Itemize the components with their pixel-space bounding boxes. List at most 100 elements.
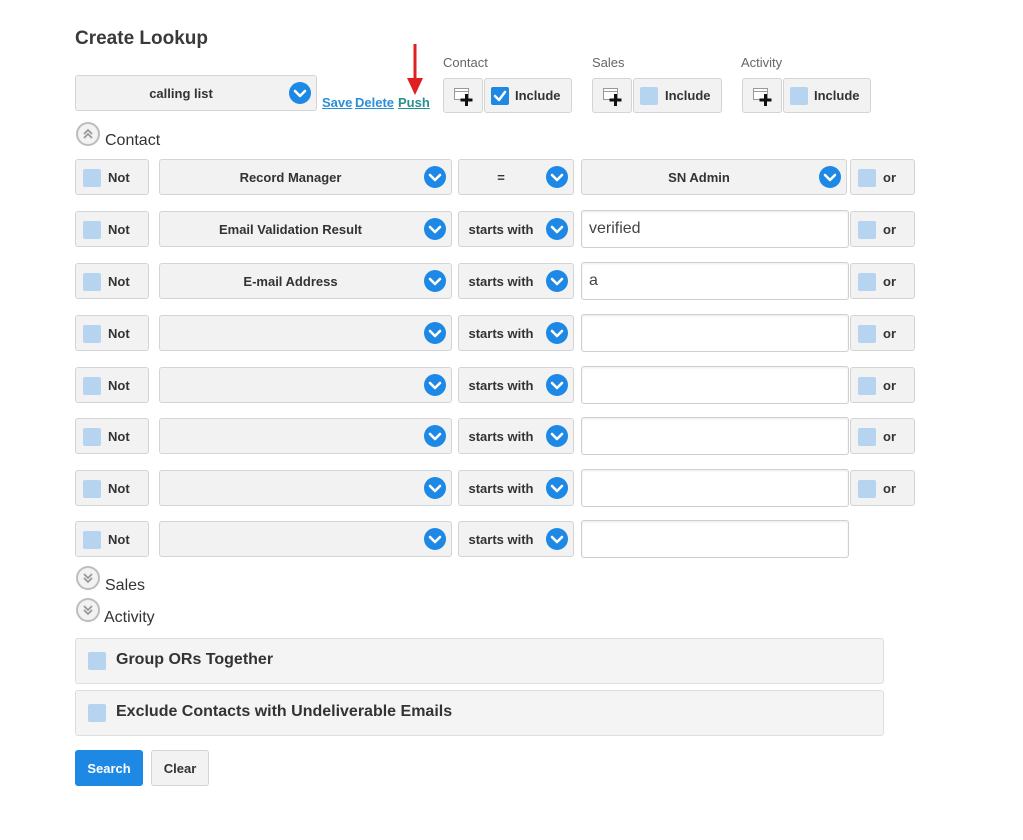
or-checkbox[interactable] bbox=[858, 480, 876, 498]
include-sales-toggle[interactable]: Include bbox=[633, 78, 722, 113]
expand-down-icon[interactable] bbox=[76, 566, 100, 590]
or-toggle[interactable]: or bbox=[850, 159, 915, 195]
not-checkbox[interactable] bbox=[83, 273, 101, 291]
include-activity-toggle[interactable]: Include bbox=[783, 78, 871, 113]
value-input-text: a bbox=[589, 272, 598, 289]
or-checkbox[interactable] bbox=[858, 273, 876, 291]
not-label: Not bbox=[108, 274, 130, 289]
field-select[interactable] bbox=[159, 418, 452, 454]
not-checkbox[interactable] bbox=[83, 325, 101, 343]
or-label: or bbox=[883, 274, 896, 289]
or-toggle[interactable]: or bbox=[850, 315, 915, 351]
or-checkbox[interactable] bbox=[858, 428, 876, 446]
chevron-down-icon bbox=[424, 270, 446, 292]
value-input[interactable] bbox=[581, 366, 849, 404]
section-sales-title: Sales bbox=[105, 577, 146, 594]
or-checkbox[interactable] bbox=[858, 377, 876, 395]
field-select[interactable]: E-mail Address bbox=[159, 263, 452, 299]
value-input[interactable] bbox=[581, 520, 849, 558]
or-toggle[interactable]: or bbox=[850, 418, 915, 454]
operator-select[interactable]: starts with bbox=[458, 211, 574, 247]
not-toggle[interactable]: Not bbox=[75, 263, 149, 299]
operator-select-value: starts with bbox=[468, 377, 534, 393]
chevron-down-icon bbox=[546, 425, 568, 447]
not-toggle[interactable]: Not bbox=[75, 367, 149, 403]
exclude-undeliverable-option[interactable]: Exclude Contacts with Undeliverable Emai… bbox=[75, 690, 884, 736]
or-checkbox[interactable] bbox=[858, 221, 876, 239]
red-down-arrow-icon bbox=[407, 44, 423, 95]
not-toggle[interactable]: Not bbox=[75, 315, 149, 351]
not-toggle[interactable]: Not bbox=[75, 521, 149, 557]
group-name-sales: Sales bbox=[592, 55, 625, 70]
field-select[interactable] bbox=[159, 367, 452, 403]
not-checkbox[interactable] bbox=[83, 169, 101, 187]
include-sales-checkbox[interactable] bbox=[640, 87, 658, 105]
clear-button[interactable]: Clear bbox=[151, 750, 209, 786]
expand-down-icon[interactable] bbox=[76, 598, 100, 622]
field-select[interactable] bbox=[159, 315, 452, 351]
collapse-up-icon[interactable] bbox=[76, 122, 100, 146]
add-activity-group-button[interactable] bbox=[742, 78, 782, 113]
not-label: Not bbox=[108, 170, 130, 185]
value-input-text: verified bbox=[589, 220, 641, 237]
not-toggle[interactable]: Not bbox=[75, 211, 149, 247]
not-toggle[interactable]: Not bbox=[75, 470, 149, 506]
or-checkbox[interactable] bbox=[858, 325, 876, 343]
operator-select[interactable]: = bbox=[458, 159, 574, 195]
or-label: or bbox=[883, 481, 896, 496]
add-table-icon bbox=[603, 88, 622, 106]
or-checkbox[interactable] bbox=[858, 169, 876, 187]
not-checkbox[interactable] bbox=[83, 531, 101, 549]
save-link[interactable]: Save bbox=[322, 95, 352, 110]
value-input[interactable]: verified bbox=[581, 210, 849, 248]
include-contact-checkbox[interactable] bbox=[491, 87, 509, 105]
value-select[interactable]: SN Admin bbox=[581, 159, 847, 195]
operator-select[interactable]: starts with bbox=[458, 367, 574, 403]
field-select[interactable] bbox=[159, 470, 452, 506]
chevron-down-icon bbox=[424, 374, 446, 396]
include-contact-toggle[interactable]: Include bbox=[484, 78, 572, 113]
operator-select[interactable]: starts with bbox=[458, 521, 574, 557]
group-ors-checkbox[interactable] bbox=[88, 652, 106, 670]
value-select-value: SN Admin bbox=[668, 169, 730, 185]
or-toggle[interactable]: or bbox=[850, 263, 915, 299]
exclude-undeliverable-checkbox[interactable] bbox=[88, 704, 106, 722]
not-toggle[interactable]: Not bbox=[75, 418, 149, 454]
lookup-select-value: calling list bbox=[149, 85, 213, 101]
not-checkbox[interactable] bbox=[83, 221, 101, 239]
delete-link[interactable]: Delete bbox=[355, 95, 394, 110]
include-activity-checkbox[interactable] bbox=[790, 87, 808, 105]
or-toggle[interactable]: or bbox=[850, 470, 915, 506]
value-input[interactable] bbox=[581, 314, 849, 352]
field-select[interactable]: Email Validation Result bbox=[159, 211, 452, 247]
not-label: Not bbox=[108, 532, 130, 547]
group-ors-option[interactable]: Group ORs Together bbox=[75, 638, 884, 684]
not-checkbox[interactable] bbox=[83, 377, 101, 395]
operator-select-value: = bbox=[497, 169, 505, 185]
add-contact-group-button[interactable] bbox=[443, 78, 483, 113]
field-select[interactable]: Record Manager bbox=[159, 159, 452, 195]
not-toggle[interactable]: Not bbox=[75, 159, 149, 195]
chevron-down-icon bbox=[546, 166, 568, 188]
value-input[interactable]: a bbox=[581, 262, 849, 300]
search-button[interactable]: Search bbox=[75, 750, 143, 786]
operator-select[interactable]: starts with bbox=[458, 470, 574, 506]
operator-select-value: starts with bbox=[468, 221, 534, 237]
operator-select[interactable]: starts with bbox=[458, 315, 574, 351]
include-sales-label: Include bbox=[665, 88, 711, 103]
field-select[interactable] bbox=[159, 521, 452, 557]
chevron-down-icon bbox=[289, 82, 311, 104]
or-toggle[interactable]: or bbox=[850, 367, 915, 403]
add-sales-group-button[interactable] bbox=[592, 78, 632, 113]
value-input[interactable] bbox=[581, 469, 849, 507]
or-toggle[interactable]: or bbox=[850, 211, 915, 247]
lookup-select[interactable]: calling list bbox=[75, 75, 317, 111]
value-input[interactable] bbox=[581, 417, 849, 455]
operator-select[interactable]: starts with bbox=[458, 418, 574, 454]
group-name-activity: Activity bbox=[741, 55, 783, 70]
not-checkbox[interactable] bbox=[83, 480, 101, 498]
field-select-value: Record Manager bbox=[239, 169, 342, 185]
push-link[interactable]: Push bbox=[398, 95, 430, 110]
operator-select[interactable]: starts with bbox=[458, 263, 574, 299]
not-checkbox[interactable] bbox=[83, 428, 101, 446]
